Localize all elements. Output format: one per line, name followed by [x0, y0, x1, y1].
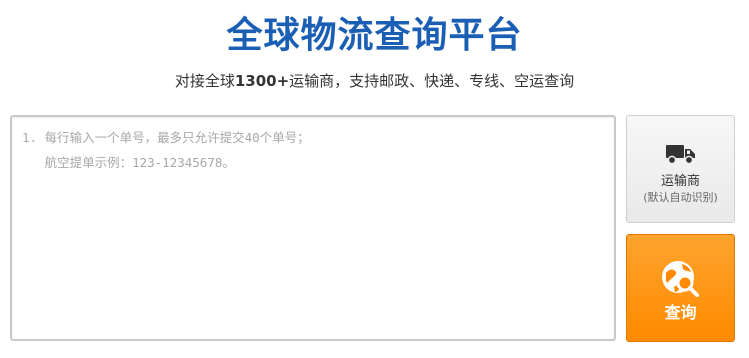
carrier-count: 1300+	[234, 72, 290, 90]
query-button[interactable]: 查询	[626, 234, 735, 342]
carrier-button-sublabel: (默认自动识别)	[643, 191, 718, 204]
globe-search-icon	[660, 259, 702, 303]
subtitle-prefix: 对接全球	[174, 72, 235, 90]
tracking-number-input[interactable]	[12, 117, 614, 339]
page-subtitle: 对接全球1300+运输商，支持邮政、快递、专线、空运查询	[0, 70, 749, 92]
carrier-button-label: 运输商	[660, 174, 700, 189]
subtitle-suffix: 运输商，支持邮政、快递、专线、空运查询	[289, 72, 575, 90]
truck-icon	[666, 143, 696, 169]
query-button-label: 查询	[664, 303, 697, 322]
tracking-input-container	[10, 115, 616, 341]
page-title: 全球物流查询平台	[226, 15, 523, 56]
carrier-select-button[interactable]: 运输商 (默认自动识别)	[626, 115, 735, 223]
